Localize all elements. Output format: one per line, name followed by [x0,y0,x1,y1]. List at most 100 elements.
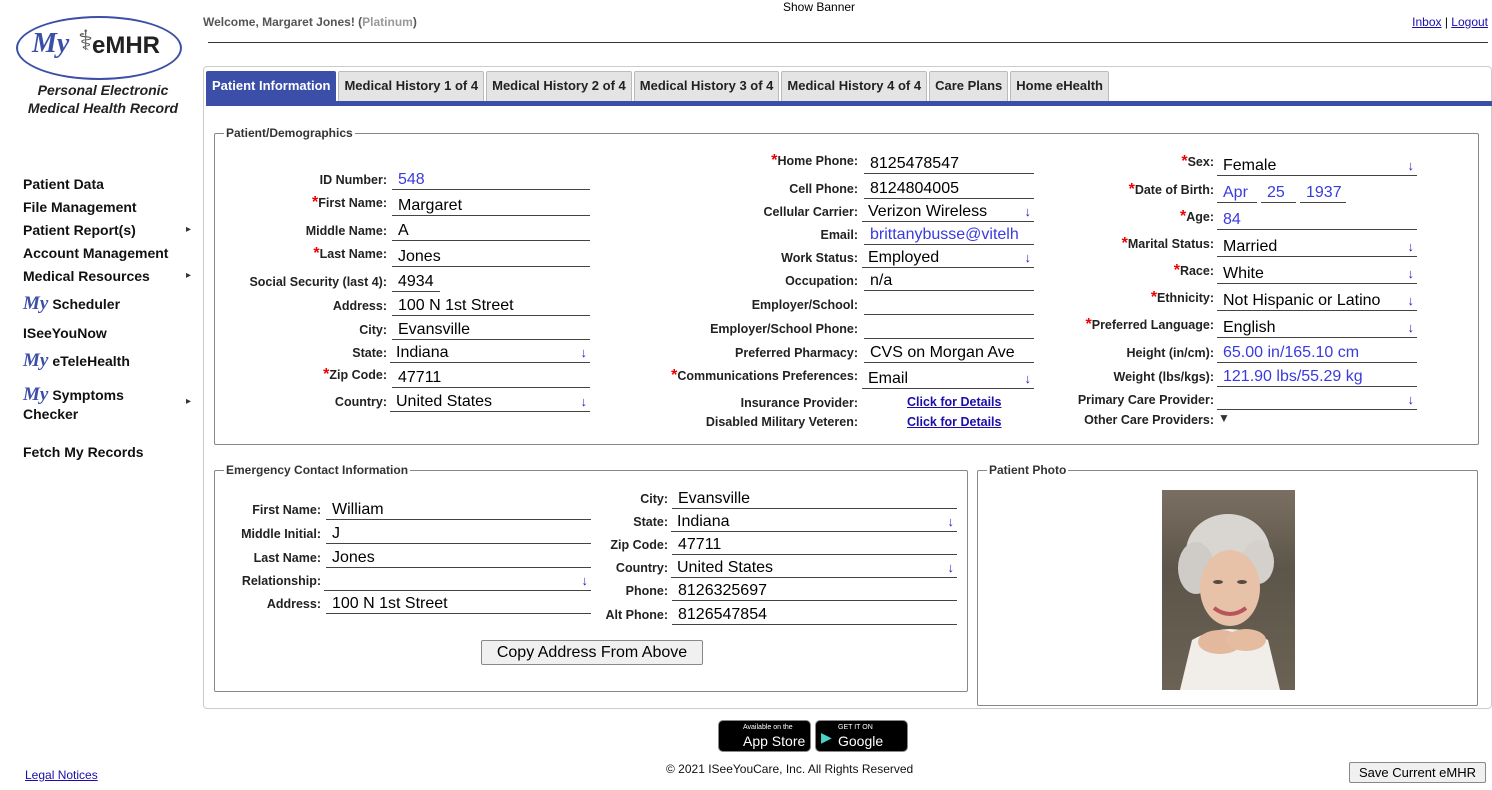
nav-patient-data[interactable]: Patient Data [23,176,104,192]
marital-select[interactable]: Married ↓ [1217,237,1417,257]
tab-medical-history-1[interactable]: Medical History 1 of 4 [338,71,485,101]
nav-my-etelehealth[interactable]: My eTeleHealth [23,350,130,372]
nav-file-management[interactable]: File Management [23,199,137,215]
race-label: *Race: [1174,262,1214,282]
app-store-badge[interactable]: Available on the App Store [718,720,811,752]
language-value: English [1223,319,1276,336]
email-input[interactable]: brittanybusse@vitelh [864,225,1034,245]
tab-patient-information[interactable]: Patient Information [206,71,337,101]
tab-medical-history-3[interactable]: Medical History 3 of 4 [633,71,780,101]
nav-fetch-my-records[interactable]: Fetch My Records [23,444,144,460]
ec-zip-input[interactable]: 47711 [672,535,957,555]
nav-label-2: Checker [23,406,79,422]
city-label: City: [359,323,387,337]
nav-patient-reports[interactable]: Patient Report(s) [23,222,136,238]
ec-phone-label: Phone: [625,584,668,598]
pharmacy-label: Preferred Pharmacy: [735,346,858,360]
pharmacy-input[interactable]: CVS on Morgan Ave [864,343,1034,363]
ec-phone-input[interactable]: 8126325697 [672,581,957,601]
employer-phone-input[interactable] [864,319,1034,339]
ec-last-name-input[interactable]: Jones [326,548,591,568]
language-select[interactable]: English ↓ [1217,318,1417,338]
patient-portrait-image [1178,514,1280,690]
home-phone-label: *Home Phone: [771,152,858,172]
copy-address-button[interactable]: Copy Address From Above [481,640,703,665]
height-value[interactable]: 65.00 in/165.10 cm [1217,343,1417,363]
ec-city-input[interactable]: Evansville [672,489,957,509]
dob-day-input[interactable]: 25 [1261,183,1296,203]
sex-select[interactable]: Female ↓ [1217,156,1417,176]
show-banner-link[interactable]: Show Banner [783,0,855,14]
dob-year-input[interactable]: 1937 [1300,183,1346,203]
dropdown-arrow-icon: ↓ [1024,204,1032,219]
cell-phone-input[interactable]: 8124804005 [864,179,1034,199]
military-details-link[interactable]: Click for Details [907,415,1001,429]
google-play-badge[interactable]: ▶ GET IT ON Google play [815,720,908,765]
tab-care-plans[interactable]: Care Plans [929,71,1009,101]
required-marker: * [311,194,319,211]
ec-state-select[interactable]: Indiana ↓ [671,512,957,532]
middle-name-input[interactable]: A [392,221,590,241]
weight-value[interactable]: 121.90 lbs/55.29 kg [1217,367,1417,387]
marital-value: Married [1223,238,1278,255]
dropdown-arrow-icon: ↓ [947,560,955,575]
language-label-text: Preferred Language: [1091,318,1214,332]
dropdown-arrow-icon: ↓ [1407,392,1415,407]
inbox-link[interactable]: Inbox [1412,15,1441,29]
nav-my-symptoms-checker[interactable]: My Symptoms Checker [23,384,124,422]
home-phone-input[interactable]: 8125478547 [864,154,1034,174]
ssn-input[interactable]: 4934 [392,272,440,292]
occupation-label: Occupation: [785,274,858,288]
insurance-details-link[interactable]: Click for Details [907,395,1001,409]
employer-input[interactable] [864,295,1034,315]
race-select[interactable]: White ↓ [1217,264,1417,284]
dob-month-input[interactable]: Apr [1217,183,1257,203]
first-name-input[interactable]: Margaret [392,196,590,216]
pcp-select[interactable]: ↓ [1217,390,1417,410]
work-status-select[interactable]: Employed ↓ [862,248,1034,268]
ec-country-select[interactable]: United States ↓ [671,558,957,578]
save-emhr-button[interactable]: Save Current eMHR [1349,762,1486,783]
ethnicity-value: Not Hispanic or Latino [1223,292,1381,309]
middle-name-label: Middle Name: [305,224,387,238]
patient-photo[interactable] [1162,490,1295,690]
other-providers-label: Other Care Providers: [1084,413,1214,427]
age-value: 84 [1217,210,1417,230]
caduceus-icon: ⚕ [78,25,94,56]
dropdown-arrow-icon: ↓ [581,573,589,588]
other-providers-toggle-icon[interactable]: ▼ [1218,411,1230,425]
zip-input[interactable]: 47711 [392,368,590,388]
carrier-select[interactable]: Verizon Wireless ↓ [862,202,1034,222]
city-input[interactable]: Evansville [392,320,590,340]
address-input[interactable]: 100 N 1st Street [392,296,590,316]
country-select[interactable]: United States ↓ [390,392,590,412]
ec-middle-initial-input[interactable]: J [326,524,591,544]
tab-medical-history-4[interactable]: Medical History 4 of 4 [781,71,928,101]
nav-my-scheduler[interactable]: My Scheduler [23,293,120,315]
logo-emhr: eMHR [92,32,161,59]
nav-account-management[interactable]: Account Management [23,245,168,261]
legal-notices-link[interactable]: Legal Notices [25,768,98,782]
state-value: Indiana [396,344,449,361]
ec-relationship-select[interactable]: ↓ [324,571,591,591]
tab-medical-history-2[interactable]: Medical History 2 of 4 [486,71,632,101]
nav-medical-resources[interactable]: Medical Resources [23,268,150,284]
state-select[interactable]: Indiana ↓ [390,343,590,363]
dropdown-arrow-icon: ↓ [1024,250,1032,265]
required-marker: * [1150,289,1158,306]
nav-iseeyounow[interactable]: ISeeYouNow [23,325,107,341]
occupation-input[interactable]: n/a [864,271,1034,291]
nav-my-label: My [23,384,49,405]
ec-alt-phone-input[interactable]: 8126547854 [672,605,957,625]
comm-pref-select[interactable]: Email ↓ [862,369,1034,389]
age-label: *Age: [1180,208,1214,228]
address-label: Address: [332,299,387,313]
zip-label-text: Zip Code: [329,368,387,382]
ethnicity-select[interactable]: Not Hispanic or Latino ↓ [1217,291,1417,311]
ec-address-input[interactable]: 100 N 1st Street [326,594,591,614]
last-name-input[interactable]: Jones [392,247,590,267]
ec-first-name-input[interactable]: William [326,500,591,520]
logout-link[interactable]: Logout [1451,15,1488,29]
tab-home-ehealth[interactable]: Home eHealth [1010,71,1109,101]
ec-state-value: Indiana [677,513,730,530]
